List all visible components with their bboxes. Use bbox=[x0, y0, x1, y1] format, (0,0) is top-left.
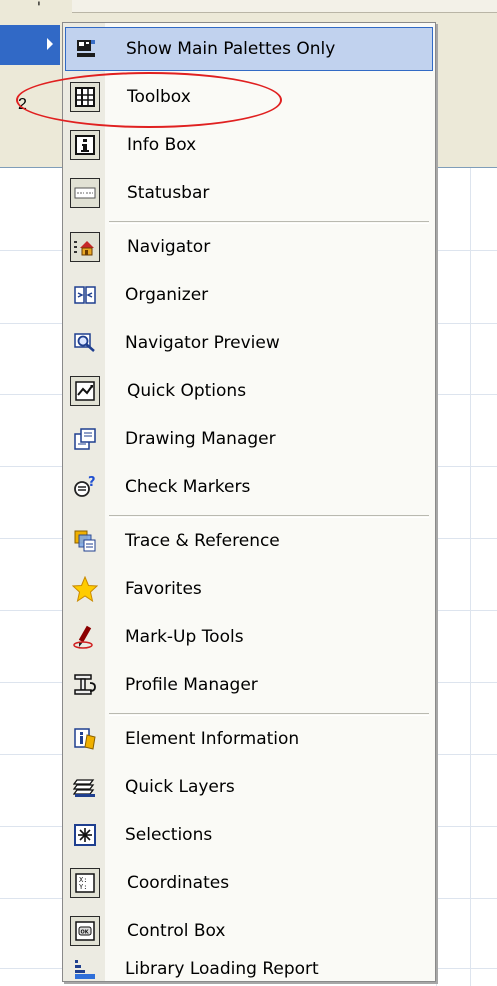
menu-item-label: Statusbar bbox=[127, 183, 210, 203]
drawing-manager-icon bbox=[72, 426, 98, 452]
menu-item-label: Trace & Reference bbox=[125, 531, 280, 551]
quick-options-icon bbox=[70, 376, 100, 406]
menu-item-label: Library Loading Report bbox=[125, 959, 319, 979]
menu-separator bbox=[109, 713, 429, 716]
menu-item-label: Drawing Manager bbox=[125, 429, 276, 449]
menu-item-element-information[interactable]: Element Information bbox=[65, 717, 433, 761]
menu-separator bbox=[109, 515, 429, 518]
menu-item-quick-layers[interactable]: Quick Layers bbox=[65, 765, 433, 809]
menu-item-label: Control Box bbox=[127, 921, 226, 941]
library-loading-report-icon bbox=[72, 957, 98, 981]
menu-item-check-markers[interactable]: ? Check Markers bbox=[65, 465, 433, 509]
selections-icon bbox=[72, 822, 98, 848]
navigator-preview-icon bbox=[72, 330, 98, 356]
statusbar-icon bbox=[70, 178, 100, 208]
menu-item-label: Check Markers bbox=[125, 477, 251, 497]
navigator-icon bbox=[70, 232, 100, 262]
menu-item-label: Organizer bbox=[125, 285, 209, 305]
menu-item-toolbox[interactable]: Toolbox bbox=[65, 75, 433, 119]
element-information-icon bbox=[72, 726, 98, 752]
menu-item-profile-manager[interactable]: Profile Manager bbox=[65, 663, 433, 707]
menu-item-label: Quick Options bbox=[127, 381, 247, 401]
organizer-icon bbox=[72, 282, 98, 308]
palettes-icon bbox=[73, 36, 99, 62]
trace-reference-icon bbox=[72, 528, 98, 554]
profile-manager-icon bbox=[72, 672, 98, 698]
menu-item-label: Profile Manager bbox=[125, 675, 258, 695]
menu-item-navigator-preview[interactable]: Navigator Preview bbox=[65, 321, 433, 365]
menu-item-label: Mark-Up Tools bbox=[125, 627, 244, 647]
menu-item-coordinates[interactable]: X: Y: Coordinates bbox=[65, 861, 433, 905]
menu-item-library-loading-report[interactable]: Library Loading Report bbox=[65, 957, 433, 981]
coordinates-icon: X: Y: bbox=[70, 868, 100, 898]
quick-layers-icon bbox=[72, 774, 98, 800]
menu-item-mark-up-tools[interactable]: Mark-Up Tools bbox=[65, 615, 433, 659]
menu-item-label: Selections bbox=[125, 825, 213, 845]
menu-item-selections[interactable]: Selections bbox=[65, 813, 433, 857]
control-box-icon: OK bbox=[70, 916, 100, 946]
palettes-submenu: Show Main Palettes Only Toolbox Info Box… bbox=[62, 22, 436, 982]
menu-item-quick-options[interactable]: Quick Options bbox=[65, 369, 433, 413]
menu-item-favorites[interactable]: Favorites bbox=[65, 567, 433, 611]
info-box-icon bbox=[70, 130, 100, 160]
svg-text:Y:: Y: bbox=[79, 883, 87, 891]
check-markers-icon: ? bbox=[72, 474, 98, 500]
menu-item-trace-reference[interactable]: Trace & Reference bbox=[65, 519, 433, 563]
favorites-star-icon bbox=[72, 576, 98, 602]
toolbox-icon bbox=[70, 82, 100, 112]
menu-item-label: Info Box bbox=[127, 135, 197, 155]
menu-item-statusbar[interactable]: Statusbar bbox=[65, 171, 433, 215]
row-number-label: 2 bbox=[18, 96, 27, 113]
menu-separator bbox=[109, 221, 429, 224]
menu-item-show-main-palettes-only[interactable]: Show Main Palettes Only bbox=[65, 27, 433, 71]
menu-item-drawing-manager[interactable]: Drawing Manager bbox=[65, 417, 433, 461]
menu-item-organizer[interactable]: Organizer bbox=[65, 273, 433, 317]
menu-item-label: Navigator Preview bbox=[125, 333, 280, 353]
menu-item-control-box[interactable]: OK Control Box bbox=[65, 909, 433, 953]
markup-tools-icon bbox=[72, 624, 98, 650]
menu-item-navigator[interactable]: Navigator bbox=[65, 225, 433, 269]
svg-text:OK: OK bbox=[81, 930, 90, 936]
submenu-arrow-icon bbox=[47, 38, 53, 50]
menu-item-label: Coordinates bbox=[127, 873, 230, 893]
menu-item-label: Quick Layers bbox=[125, 777, 235, 797]
menu-item-label: Show Main Palettes Only bbox=[126, 39, 336, 59]
svg-text:?: ? bbox=[88, 476, 96, 490]
menu-item-label: Element Information bbox=[125, 729, 300, 749]
menu-item-label: Navigator bbox=[127, 237, 211, 257]
toolbar-top-strip bbox=[72, 0, 497, 13]
menu-item-label: Toolbox bbox=[127, 87, 191, 107]
menu-item-label: Favorites bbox=[125, 579, 202, 599]
tick-mark: ' bbox=[37, 0, 41, 16]
menu-item-info-box[interactable]: Info Box bbox=[65, 123, 433, 167]
